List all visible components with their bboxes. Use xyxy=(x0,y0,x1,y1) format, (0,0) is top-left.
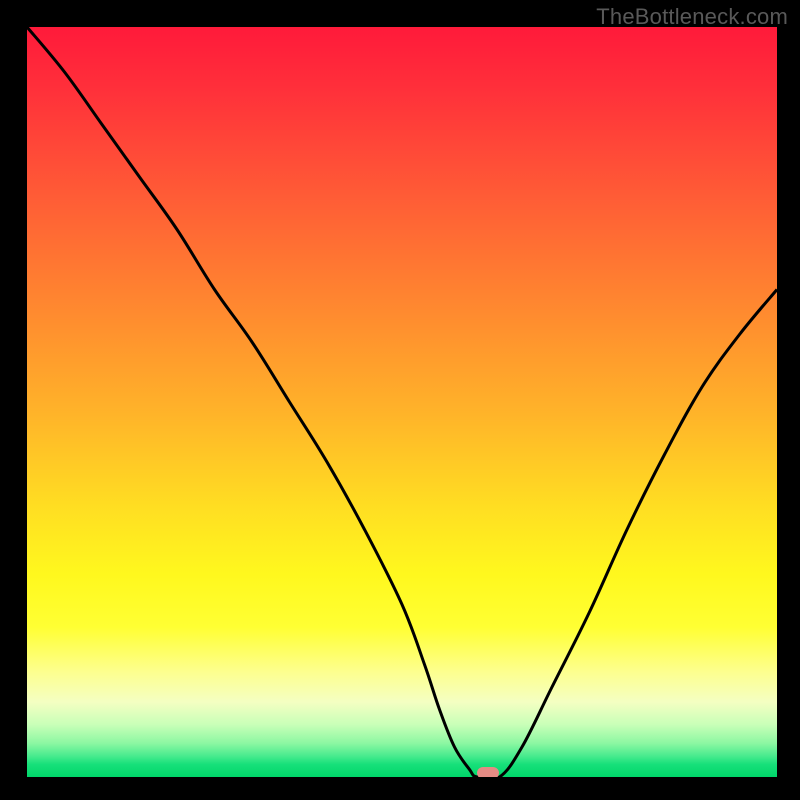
bottleneck-curve xyxy=(27,27,777,777)
chart-stage: TheBottleneck.com xyxy=(0,0,800,800)
optimal-marker xyxy=(477,767,499,777)
watermark-text: TheBottleneck.com xyxy=(596,4,788,30)
plot-area xyxy=(27,27,777,777)
curve-layer xyxy=(27,27,777,777)
